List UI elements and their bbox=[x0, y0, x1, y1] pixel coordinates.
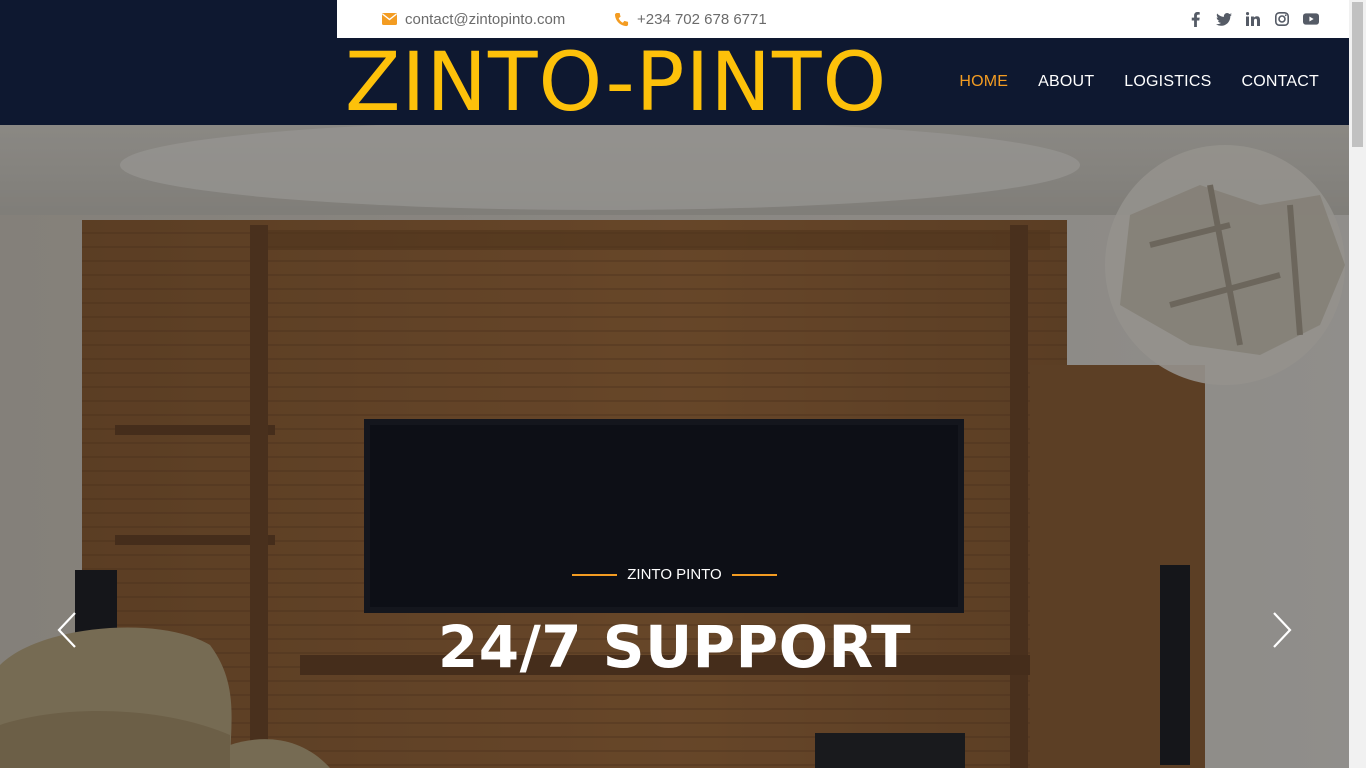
youtube-icon[interactable] bbox=[1303, 11, 1319, 27]
facebook-icon[interactable] bbox=[1187, 11, 1203, 27]
nav-about[interactable]: ABOUT bbox=[1038, 73, 1094, 91]
nav-logistics[interactable]: LOGISTICS bbox=[1124, 73, 1211, 91]
hero-slider: ZINTO PINTO 24/7 SUPPORT bbox=[0, 125, 1349, 768]
site-logo[interactable]: ZINTO-PINTO bbox=[345, 38, 887, 128]
main-navbar: ZINTO-PINTO HOME ABOUT LOGISTICS CONTACT bbox=[337, 38, 1349, 128]
subtitle-line-left bbox=[572, 573, 618, 576]
main-nav: HOME ABOUT LOGISTICS CONTACT bbox=[959, 38, 1319, 125]
scrollbar-thumb[interactable] bbox=[1352, 2, 1363, 147]
contact-phone-text: +234 702 678 6771 bbox=[637, 10, 767, 28]
phone-icon bbox=[614, 12, 629, 26]
header-corner bbox=[0, 0, 337, 125]
slider-next-button[interactable] bbox=[1266, 610, 1296, 650]
nav-home[interactable]: HOME bbox=[959, 73, 1008, 91]
nav-contact[interactable]: CONTACT bbox=[1241, 73, 1319, 91]
social-links bbox=[1187, 0, 1319, 38]
page-scrollbar[interactable] bbox=[1349, 0, 1366, 768]
slider-prev-button[interactable] bbox=[53, 610, 83, 650]
subtitle-line-right bbox=[731, 573, 777, 576]
hero-subtitle-text: ZINTO PINTO bbox=[627, 566, 722, 583]
contact-email[interactable]: contact@zintopinto.com bbox=[382, 0, 565, 38]
contact-email-text: contact@zintopinto.com bbox=[405, 10, 566, 28]
envelope-icon bbox=[382, 13, 397, 25]
topbar: contact@zintopinto.com +234 702 678 6771 bbox=[337, 0, 1349, 38]
chevron-right-icon bbox=[1273, 612, 1292, 648]
chevron-left-icon bbox=[57, 612, 76, 648]
linkedin-icon[interactable] bbox=[1245, 11, 1261, 27]
hero-title: 24/7 SUPPORT bbox=[437, 613, 912, 681]
contact-phone[interactable]: +234 702 678 6771 bbox=[614, 0, 767, 38]
hero-subtitle: ZINTO PINTO bbox=[0, 566, 1349, 583]
page: contact@zintopinto.com +234 702 678 6771 bbox=[0, 0, 1349, 768]
twitter-icon[interactable] bbox=[1216, 11, 1232, 27]
instagram-icon[interactable] bbox=[1274, 11, 1290, 27]
